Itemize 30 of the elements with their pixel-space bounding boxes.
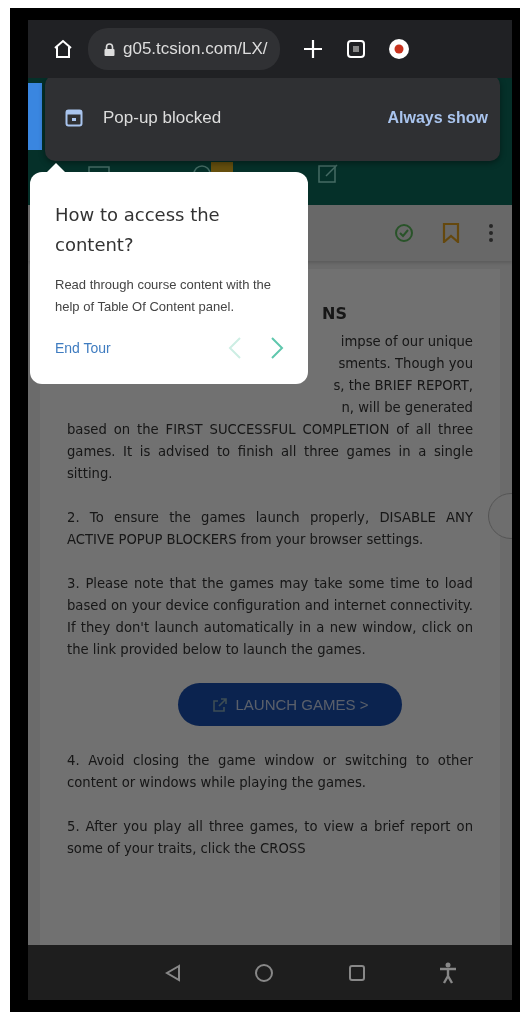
instruction-paragraph: 5. After you play all three games, to view a brief report on some of your traits, click the CROSS [67,818,473,858]
instruction-paragraph: 2. To ensure the games launch properly, DISABLE ANY ACTIVE POPUP BLOCKERS from your browser settings. [67,509,473,549]
always-show-link[interactable]: Always show [387,109,488,127]
paragraph-line: n, will be generated [340,399,473,417]
external-link-icon [211,696,228,713]
tabs-icon[interactable] [345,39,366,59]
home-icon[interactable] [52,38,74,60]
notice-text: Pop-up blocked [103,108,223,128]
paragraph-line: s, the BRIEF REPORT, [332,377,473,395]
edit-icon[interactable] [318,162,340,184]
check-circle-icon[interactable] [394,223,414,243]
paragraph-line: impse of our unique [339,333,473,351]
lock-icon [104,42,115,56]
more-icon[interactable] [488,223,494,243]
profile-icon[interactable] [387,38,410,60]
end-tour-link[interactable]: End Tour [55,340,200,356]
tooltip-title: How to access the content? [55,203,221,257]
url-text: g05.tcsion.com/LX/ [123,39,268,59]
instruction-paragraph: 4. Avoid closing the game window or switching to other content or windows while playing the games. [67,752,473,792]
address-bar[interactable]: g05.tcsion.com/LX/ [88,28,280,70]
new-tab-icon[interactable] [301,38,324,60]
window-icon [65,109,83,127]
accessibility-icon[interactable] [439,961,458,984]
back-icon[interactable] [164,963,181,982]
section-heading: NS [322,303,348,325]
instruction-paragraph: 3. Please note that the games may take some time to load based on your device configuration and internet connectivity. If they don't launch automatically in a new window, click on the link provided below to launch the games. [67,575,473,659]
tooltip-text: Read through course content with the help of Table Of Content panel. [55,276,273,316]
recents-icon[interactable] [347,963,366,982]
instruction-paragraph: based on the FIRST SUCCESSFUL COMPLETION of all three games. It is advised to finish all three games in a single sitting. [67,421,473,483]
paragraph-line: sments. Though you [337,355,473,373]
